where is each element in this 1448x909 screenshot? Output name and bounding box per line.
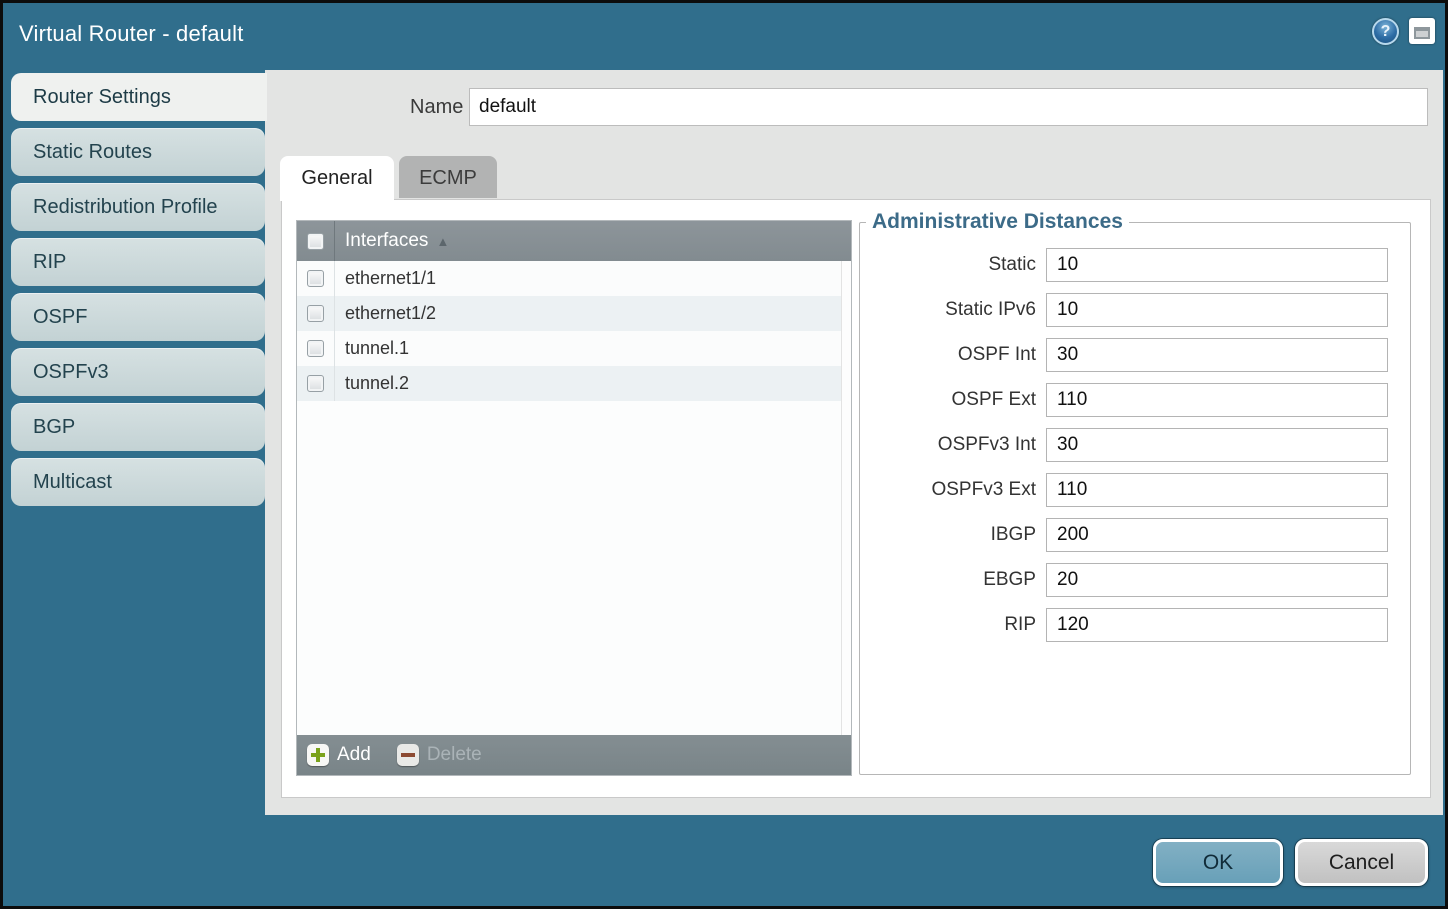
ospfv3-int-label: OSPFv3 Int — [860, 434, 1046, 456]
content-panel: Name General ECMP Interfaces ▲ — [265, 70, 1443, 815]
tab-general[interactable]: General — [280, 156, 394, 201]
select-all-checkbox[interactable] — [307, 233, 324, 250]
interfaces-column-header: Interfaces — [345, 230, 428, 252]
cancel-button[interactable]: Cancel — [1295, 839, 1428, 886]
field-row: OSPF Int — [860, 338, 1396, 372]
add-button-label: Add — [337, 744, 371, 766]
row-checkbox-cell — [297, 296, 335, 331]
ospfv3-int-input[interactable] — [1046, 428, 1388, 462]
interface-name: ethernet1/2 — [345, 303, 436, 324]
ospf-int-input[interactable] — [1046, 338, 1388, 372]
interfaces-table-footer: Add Delete — [297, 735, 851, 775]
rip-label: RIP — [860, 614, 1046, 636]
table-scrollbar[interactable] — [841, 261, 851, 735]
interface-name: tunnel.2 — [345, 373, 409, 394]
rip-input[interactable] — [1046, 608, 1388, 642]
dialog-title: Virtual Router - default — [19, 3, 244, 65]
sidebar-item-rip[interactable]: RIP — [11, 238, 265, 286]
sort-ascending-icon[interactable]: ▲ — [436, 234, 449, 249]
sidebar-item-bgp[interactable]: BGP — [11, 403, 265, 451]
table-row[interactable]: tunnel.2 — [297, 366, 841, 401]
ok-button[interactable]: OK — [1153, 839, 1283, 886]
field-row: OSPFv3 Int — [860, 428, 1396, 462]
add-plus-icon — [307, 744, 329, 766]
ebgp-input[interactable] — [1046, 563, 1388, 597]
titlebar: Virtual Router - default ? — [3, 3, 1445, 67]
row-checkbox[interactable] — [307, 305, 324, 322]
sidebar-item-ospfv3[interactable]: OSPFv3 — [11, 348, 265, 396]
name-input[interactable] — [469, 88, 1428, 126]
table-row[interactable]: ethernet1/2 — [297, 296, 841, 331]
add-button[interactable]: Add — [307, 744, 371, 766]
ibgp-label: IBGP — [860, 524, 1046, 546]
row-checkbox[interactable] — [307, 375, 324, 392]
sidebar-item-multicast[interactable]: Multicast — [11, 458, 265, 506]
sidebar: Router Settings Static Routes Redistribu… — [11, 73, 267, 513]
field-row: RIP — [860, 608, 1396, 642]
row-checkbox-cell — [297, 261, 335, 296]
name-label: Name — [410, 96, 462, 119]
field-row: IBGP — [860, 518, 1396, 552]
general-tab-panel: Interfaces ▲ ethernet1/1 ethernet1/2 — [281, 199, 1431, 798]
table-row[interactable]: tunnel.1 — [297, 331, 841, 366]
tab-ecmp[interactable]: ECMP — [399, 156, 497, 198]
static-ipv6-input[interactable] — [1046, 293, 1388, 327]
ibgp-input[interactable] — [1046, 518, 1388, 552]
ebgp-label: EBGP — [860, 569, 1046, 591]
static-label: Static — [860, 254, 1046, 276]
sidebar-item-static-routes[interactable]: Static Routes — [11, 128, 265, 176]
field-row: Static IPv6 — [860, 293, 1396, 327]
name-row: Name — [265, 88, 1443, 128]
sidebar-item-ospf[interactable]: OSPF — [11, 293, 265, 341]
ospf-ext-input[interactable] — [1046, 383, 1388, 417]
row-checkbox-cell — [297, 366, 335, 401]
table-row[interactable]: ethernet1/1 — [297, 261, 841, 296]
header-checkbox-cell — [297, 221, 335, 261]
ospf-int-label: OSPF Int — [860, 344, 1046, 366]
field-row: OSPFv3 Ext — [860, 473, 1396, 507]
field-row: EBGP — [860, 563, 1396, 597]
maximize-icon-glyph — [1414, 27, 1430, 39]
help-icon[interactable]: ? — [1372, 18, 1399, 45]
maximize-icon[interactable] — [1409, 18, 1435, 44]
interfaces-table-header[interactable]: Interfaces ▲ — [297, 221, 851, 261]
interface-name: tunnel.1 — [345, 338, 409, 359]
ospfv3-ext-input[interactable] — [1046, 473, 1388, 507]
help-icon-glyph: ? — [1381, 23, 1391, 41]
static-input[interactable] — [1046, 248, 1388, 282]
interface-name: ethernet1/1 — [345, 268, 436, 289]
delete-button-label: Delete — [427, 744, 482, 766]
row-checkbox-cell — [297, 331, 335, 366]
administrative-distances-fieldset: Administrative Distances Static Static I… — [859, 210, 1411, 775]
delete-minus-icon — [397, 744, 419, 766]
sidebar-item-router-settings[interactable]: Router Settings — [11, 73, 267, 121]
interfaces-table: Interfaces ▲ ethernet1/1 ethernet1/2 — [296, 220, 852, 776]
ospfv3-ext-label: OSPFv3 Ext — [860, 479, 1046, 501]
static-ipv6-label: Static IPv6 — [860, 299, 1046, 321]
virtual-router-dialog: Virtual Router - default ? Router Settin… — [0, 0, 1448, 909]
row-checkbox[interactable] — [307, 270, 324, 287]
administrative-distances-legend: Administrative Distances — [866, 210, 1129, 234]
row-checkbox[interactable] — [307, 340, 324, 357]
ospf-ext-label: OSPF Ext — [860, 389, 1046, 411]
sidebar-item-redistribution-profile[interactable]: Redistribution Profile — [11, 183, 265, 231]
field-row: Static — [860, 248, 1396, 282]
field-row: OSPF Ext — [860, 383, 1396, 417]
delete-button: Delete — [397, 744, 482, 766]
